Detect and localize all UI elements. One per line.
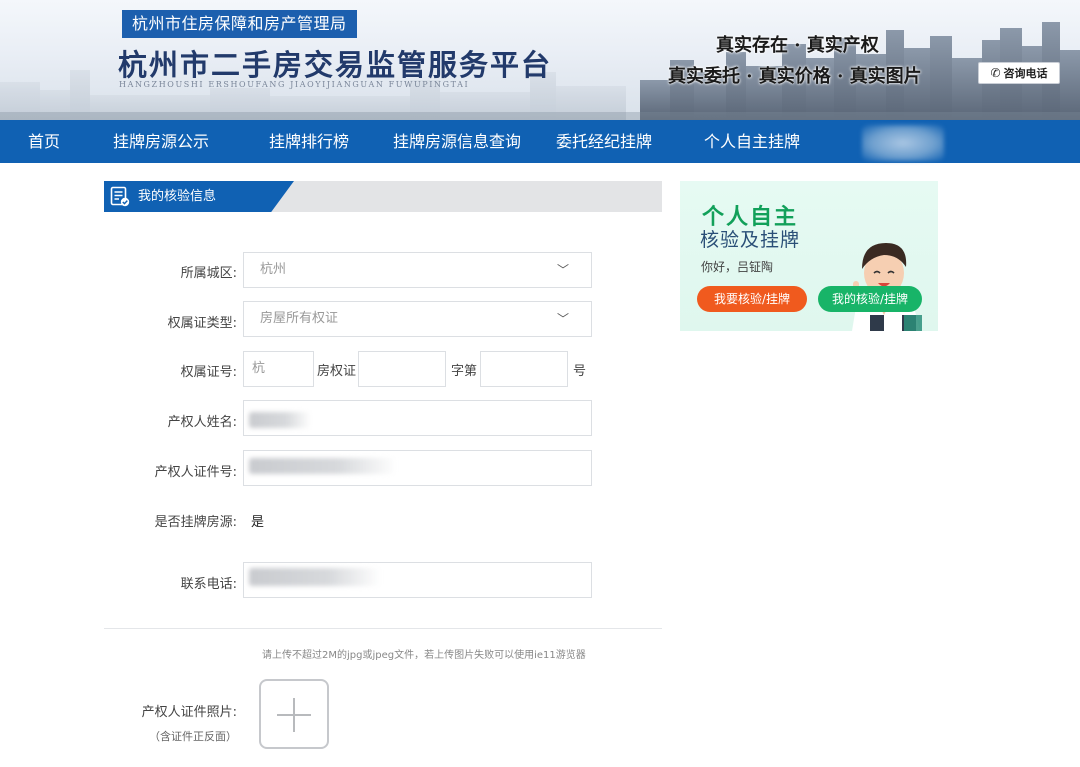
slogan-line-1: 真实存在 · 真实产权 [716, 35, 879, 56]
department-tag: 杭州市住房保障和房产管理局 [122, 10, 357, 38]
cert-type-label: 权属证类型: [167, 316, 237, 331]
photo-label: 产权人证件照片: [141, 705, 237, 720]
cert-no-number-input[interactable] [480, 351, 568, 387]
is-listed-label: 是否挂牌房源: [154, 515, 237, 530]
user-menu-redacted[interactable] [862, 125, 944, 161]
cert-type-value: 房屋所有权证 [260, 311, 339, 326]
upload-note: 请上传不超过2M的jpg或jpeg文件，若上传图片失败可以使用ie11游览器 [262, 650, 586, 661]
platform-title: 杭州市二手房交易监管服务平台 [118, 48, 553, 82]
cert-no-text-2: 字第 [451, 364, 478, 379]
promo-title-2: 核验及挂牌 [700, 229, 801, 251]
district-label: 所属城区: [180, 266, 237, 281]
nav-listing-public[interactable]: 挂牌房源公示 [113, 120, 209, 163]
nav-home[interactable]: 首页 [28, 120, 60, 163]
customer-service-illustration [848, 243, 922, 331]
phone-label: 联系电话: [180, 577, 237, 592]
slogan-line-2: 真实委托 · 真实价格 · 真实图片 [668, 66, 922, 87]
section-tab: 我的核验信息 [104, 181, 294, 212]
consult-phone-label: 咨询电话 [1003, 67, 1048, 80]
section-header: 我的核验信息 [104, 181, 662, 212]
divider [104, 628, 662, 629]
nav-listing-query[interactable]: 挂牌房源信息查询 [393, 120, 521, 163]
owner-id-label: 产权人证件号: [154, 465, 237, 480]
promo-card: 个人自主 核验及挂牌 你好，吕钲陶 我要核验/挂牌 我的核验/挂牌 [680, 181, 938, 331]
cert-no-prefix-placeholder: 杭 [252, 361, 266, 376]
verify-listing-button[interactable]: 我要核验/挂牌 [697, 286, 807, 312]
promo-greeting: 你好，吕钲陶 [701, 260, 774, 274]
cert-no-label: 权属证号: [180, 365, 237, 380]
owner-name-label: 产权人姓名: [167, 415, 237, 430]
document-check-icon [110, 186, 130, 207]
nav-personal-listing[interactable]: 个人自主挂牌 [704, 120, 800, 163]
phone-icon: ✆ [990, 66, 1001, 80]
my-verification-button[interactable]: 我的核验/挂牌 [818, 286, 922, 312]
photo-sublabel: （含证件正反面） [149, 730, 237, 743]
photo-upload-button[interactable] [259, 679, 329, 749]
platform-pinyin: HANGZHOUSHI ERSHOUFANG JIAOYIJIANGUAN FU… [119, 80, 470, 89]
district-select[interactable]: 杭州 ﹀ [243, 252, 592, 288]
cert-type-select[interactable]: 房屋所有权证 ﹀ [243, 301, 592, 337]
district-value: 杭州 [260, 262, 287, 277]
plus-icon-vertical [293, 698, 295, 732]
owner-name-redacted [249, 412, 311, 428]
header-banner: 杭州市住房保障和房产管理局 杭州市二手房交易监管服务平台 HANGZHOUSHI… [0, 0, 1080, 120]
chevron-down-icon: ﹀ [556, 263, 569, 277]
cert-no-year-input[interactable] [358, 351, 446, 387]
consult-phone-button[interactable]: ✆ 咨询电话 [978, 62, 1060, 84]
cert-no-text-1: 房权证 [317, 364, 357, 379]
cert-no-text-3: 号 [573, 364, 587, 379]
phone-redacted [249, 568, 381, 586]
is-listed-value: 是 [251, 515, 265, 530]
chevron-down-icon: ﹀ [556, 312, 569, 326]
owner-id-redacted [249, 458, 397, 474]
cert-no-prefix-input[interactable]: 杭 [243, 351, 314, 387]
nav-agent-listing[interactable]: 委托经纪挂牌 [556, 120, 652, 163]
nav-listing-ranking[interactable]: 挂牌排行榜 [269, 120, 349, 163]
section-title: 我的核验信息 [138, 189, 217, 204]
